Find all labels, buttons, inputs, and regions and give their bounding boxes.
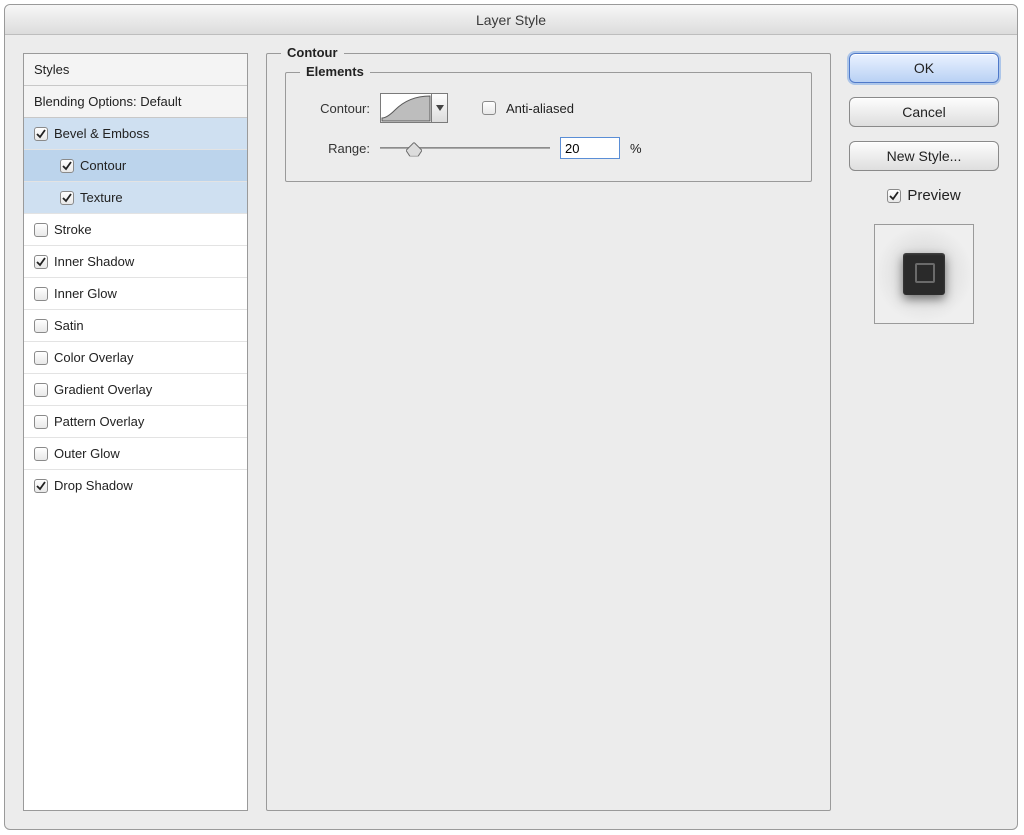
range-label: Range:	[302, 141, 370, 156]
style-checkbox[interactable]	[34, 479, 48, 493]
anti-aliased-label: Anti-aliased	[506, 101, 574, 116]
contour-group: Contour Elements Contour:	[266, 53, 831, 811]
contour-panel: Contour Elements Contour:	[266, 53, 831, 811]
window-titlebar: Layer Style	[5, 5, 1017, 35]
style-label: Texture	[80, 190, 123, 205]
style-row-pattern-overlay[interactable]: Pattern Overlay	[24, 406, 247, 438]
range-slider[interactable]	[380, 138, 550, 158]
preview-toggle-row: Preview	[849, 187, 999, 204]
range-row: Range: %	[302, 137, 795, 159]
style-row-bevel-emboss[interactable]: Bevel & Emboss	[24, 118, 247, 150]
style-checkbox[interactable]	[60, 191, 74, 205]
style-label: Gradient Overlay	[54, 382, 152, 397]
style-row-outer-glow[interactable]: Outer Glow	[24, 438, 247, 470]
style-row-inner-glow[interactable]: Inner Glow	[24, 278, 247, 310]
blending-options-row[interactable]: Blending Options: Default	[24, 86, 247, 118]
style-label: Drop Shadow	[54, 478, 133, 493]
range-input[interactable]	[560, 137, 620, 159]
style-row-satin[interactable]: Satin	[24, 310, 247, 342]
slider-thumb[interactable]	[406, 142, 422, 156]
style-checkbox[interactable]	[34, 319, 48, 333]
style-checkbox[interactable]	[34, 447, 48, 461]
check-icon	[36, 257, 46, 267]
ok-button[interactable]: OK	[849, 53, 999, 83]
style-checkbox[interactable]	[34, 351, 48, 365]
style-row-stroke[interactable]: Stroke	[24, 214, 247, 246]
contour-dropdown-button[interactable]	[432, 93, 448, 123]
contour-group-title: Contour	[281, 45, 344, 60]
style-label: Inner Glow	[54, 286, 117, 301]
style-checkbox[interactable]	[34, 127, 48, 141]
style-row-contour[interactable]: Contour	[24, 150, 247, 182]
style-label: Satin	[54, 318, 84, 333]
contour-row: Contour:	[302, 93, 795, 123]
check-icon	[62, 193, 72, 203]
contour-curve-preview[interactable]	[380, 93, 432, 123]
preview-swatch	[903, 253, 945, 295]
preview-thumbnail	[874, 224, 974, 324]
style-checkbox[interactable]	[60, 159, 74, 173]
dialog-buttons-column: OK Cancel New Style... Preview	[849, 53, 999, 811]
cancel-button[interactable]: Cancel	[849, 97, 999, 127]
style-row-gradient-overlay[interactable]: Gradient Overlay	[24, 374, 247, 406]
chevron-down-icon	[436, 105, 444, 111]
style-checkbox[interactable]	[34, 287, 48, 301]
style-label: Inner Shadow	[54, 254, 134, 269]
style-row-texture[interactable]: Texture	[24, 182, 247, 214]
style-row-inner-shadow[interactable]: Inner Shadow	[24, 246, 247, 278]
style-checkbox[interactable]	[34, 223, 48, 237]
style-label: Bevel & Emboss	[54, 126, 149, 141]
new-style-button[interactable]: New Style...	[849, 141, 999, 171]
range-unit: %	[630, 141, 642, 156]
styles-sidebar: Styles Blending Options: Default Bevel &…	[23, 53, 248, 811]
check-icon	[889, 191, 899, 201]
check-icon	[36, 129, 46, 139]
layer-style-dialog: Layer Style Styles Blending Options: Def…	[4, 4, 1018, 830]
style-checkbox[interactable]	[34, 383, 48, 397]
style-row-drop-shadow[interactable]: Drop Shadow	[24, 470, 247, 501]
style-label: Stroke	[54, 222, 92, 237]
style-row-color-overlay[interactable]: Color Overlay	[24, 342, 247, 374]
style-checkbox[interactable]	[34, 415, 48, 429]
style-label: Contour	[80, 158, 126, 173]
style-label: Outer Glow	[54, 446, 120, 461]
style-checkbox[interactable]	[34, 255, 48, 269]
window-title: Layer Style	[476, 12, 546, 28]
check-icon	[36, 481, 46, 491]
contour-label: Contour:	[302, 101, 370, 116]
elements-group-title: Elements	[300, 64, 370, 79]
style-label: Pattern Overlay	[54, 414, 144, 429]
style-label: Color Overlay	[54, 350, 133, 365]
anti-aliased-checkbox[interactable]	[482, 101, 496, 115]
styles-header[interactable]: Styles	[24, 54, 247, 86]
elements-group: Elements Contour:	[285, 72, 812, 182]
preview-checkbox[interactable]	[887, 189, 901, 203]
window-content: Styles Blending Options: Default Bevel &…	[5, 35, 1017, 829]
check-icon	[62, 161, 72, 171]
preview-label: Preview	[907, 187, 960, 204]
